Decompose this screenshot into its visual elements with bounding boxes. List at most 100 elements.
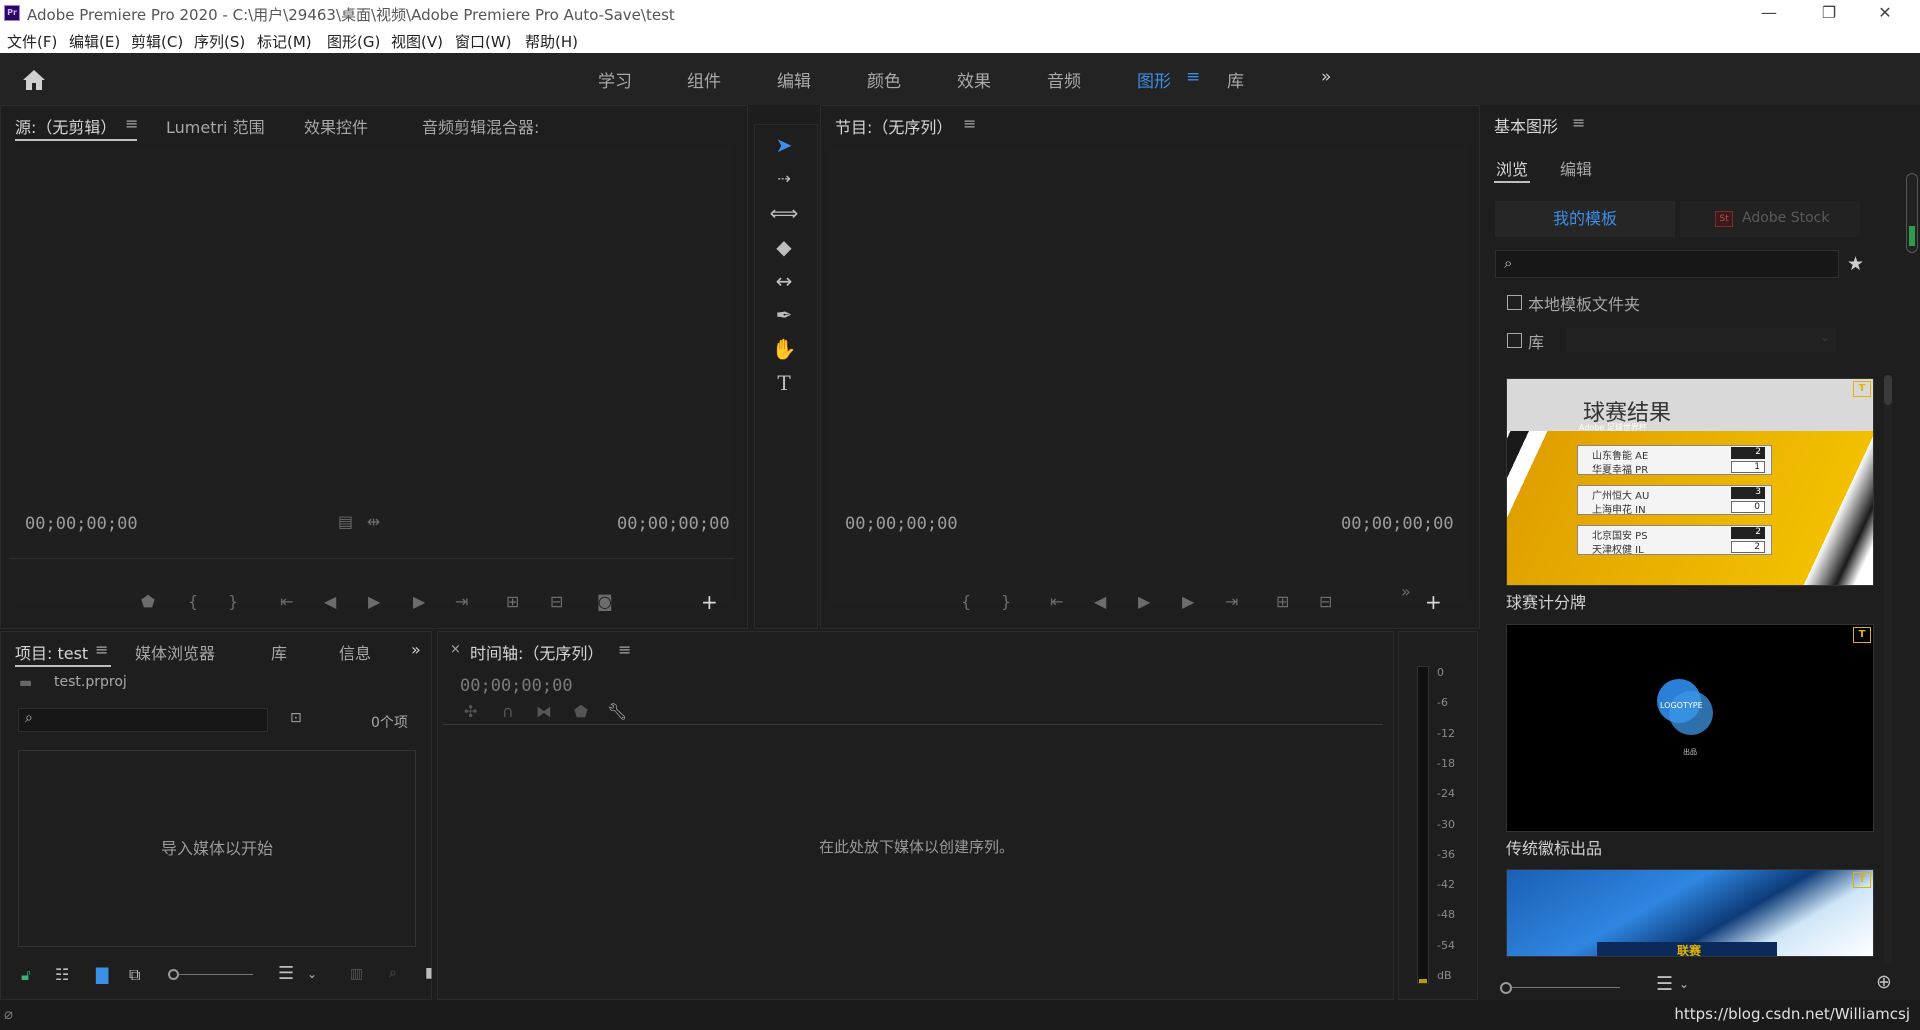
workspace-more-button[interactable]: » — [1321, 67, 1331, 87]
program-more-button[interactable]: » — [1401, 582, 1411, 601]
slip-tool-icon[interactable]: ↔ — [769, 267, 799, 295]
source-add-button[interactable]: + — [701, 590, 718, 614]
program-menu-icon[interactable]: ≡ — [963, 114, 976, 133]
list-view-icon[interactable]: ☷ — [55, 965, 69, 984]
new-layer-icon[interactable]: ⊕ — [1876, 971, 1892, 993]
timeline-menu-icon[interactable]: ≡ — [618, 640, 631, 659]
source-menu-icon[interactable]: ≡ — [125, 114, 138, 133]
find-icon[interactable]: ⌕ — [389, 965, 397, 981]
lock-icon[interactable]: 🔓︎ — [21, 966, 31, 984]
project-more-button[interactable]: » — [411, 640, 421, 659]
my-templates-tab[interactable]: 我的模板 — [1495, 201, 1675, 237]
restore-button[interactable]: ❐ — [1806, 0, 1852, 28]
type-tool-icon[interactable]: T — [769, 369, 799, 397]
project-search-input[interactable]: ⌕ — [18, 708, 268, 732]
menu-help[interactable]: 帮助(H) — [525, 31, 578, 52]
source-timecode-playhead[interactable]: 00;00;00;00 — [25, 514, 138, 534]
drag-video-icon[interactable]: ▤ — [338, 512, 353, 531]
lift-icon[interactable]: ⊞ — [1276, 592, 1289, 611]
insert-icon[interactable]: ⊞ — [506, 592, 519, 611]
prog-go-to-out-icon[interactable]: ⇥ — [1225, 592, 1238, 611]
template-thumbnail-league[interactable]: 联赛 T — [1506, 869, 1874, 957]
template-thumbnail-scoreboard[interactable]: 球赛结果 Adobe 足球世界杯 山东鲁能 AE 2 华夏幸福 PR 1 广州恒… — [1506, 378, 1874, 586]
render-status-icon[interactable]: ⌀ — [4, 1005, 13, 1023]
workspace-effects[interactable]: 效果 — [957, 67, 991, 92]
tab-project[interactable]: 项目: test — [15, 640, 88, 664]
ripple-edit-tool-icon[interactable]: ⟺ — [769, 199, 799, 227]
step-back-icon[interactable]: ◀ — [324, 592, 336, 611]
tab-libraries[interactable]: 库 — [271, 640, 287, 664]
chevron-down-icon[interactable]: ⌄ — [307, 967, 317, 981]
menu-window[interactable]: 窗口(W) — [455, 31, 512, 52]
program-add-button[interactable]: + — [1425, 590, 1442, 614]
workspace-menu-icon[interactable]: ≡ — [1186, 67, 1200, 87]
razor-tool-icon[interactable]: ◆ — [769, 233, 799, 261]
go-to-in-icon[interactable]: ⇤ — [280, 592, 293, 611]
workspace-color[interactable]: 颜色 — [867, 67, 901, 92]
templates-scrollbar[interactable] — [1884, 375, 1892, 965]
essential-graphics-title[interactable]: 基本图形 — [1494, 113, 1558, 137]
project-drop-zone[interactable]: 导入媒体以开始 — [18, 750, 416, 947]
template-search-input[interactable]: ⌕ — [1495, 250, 1839, 278]
tab-info[interactable]: 信息 — [339, 640, 371, 664]
export-frame-icon[interactable]: ◙ — [597, 592, 613, 611]
mark-out-icon[interactable]: } — [228, 592, 238, 611]
go-to-out-icon[interactable]: ⇥ — [455, 592, 468, 611]
menu-clip[interactable]: 剪辑(C) — [131, 31, 183, 52]
essential-menu-icon[interactable]: ≡ — [1572, 113, 1585, 132]
scrollbar-thumb[interactable] — [1884, 375, 1892, 405]
menu-graphics[interactable]: 图形(G) — [327, 31, 380, 52]
workspace-editing[interactable]: 编辑 — [777, 67, 811, 92]
home-icon[interactable] — [20, 67, 48, 93]
new-bin-icon[interactable]: ⊡ — [290, 710, 302, 726]
sort-menu-icon[interactable]: ☰ — [1656, 973, 1673, 995]
workspace-graphics[interactable]: 图形 — [1137, 67, 1171, 92]
close-icon[interactable]: × — [450, 642, 461, 657]
freeform-view-icon[interactable]: ⧉ — [129, 965, 140, 985]
tab-timeline[interactable]: 时间轴:（无序列） — [470, 640, 603, 664]
icon-view-icon[interactable]: ▇ — [96, 965, 108, 984]
tab-program[interactable]: 节目:（无序列） — [835, 114, 952, 138]
prog-step-back-icon[interactable]: ◀ — [1094, 592, 1106, 611]
local-folder-checkbox[interactable] — [1507, 295, 1522, 310]
selection-tool-icon[interactable]: ➤ — [769, 131, 799, 159]
thumbnail-size-slider[interactable] — [1512, 987, 1620, 988]
menu-file[interactable]: 文件(F) — [7, 31, 57, 52]
project-zoom-slider[interactable] — [179, 974, 253, 975]
tab-edit[interactable]: 编辑 — [1560, 156, 1592, 180]
library-dropdown[interactable]: ⌄ — [1566, 328, 1836, 352]
tab-media-browser[interactable]: 媒体浏览器 — [135, 640, 215, 664]
chevron-down-icon[interactable]: ⌄ — [1679, 977, 1689, 991]
linked-selection-icon[interactable]: ⧓ — [536, 702, 552, 721]
mark-in-icon[interactable]: { — [188, 592, 198, 611]
sort-icon[interactable]: ☰ — [278, 963, 294, 984]
step-forward-icon[interactable]: ▶ — [413, 592, 425, 611]
hand-tool-icon[interactable]: ✋ — [769, 335, 799, 363]
add-marker-icon[interactable]: ⬟ — [574, 702, 588, 721]
adobe-stock-tab[interactable]: St Adobe Stock — [1680, 201, 1860, 237]
tab-source[interactable]: 源:（无剪辑） — [15, 114, 116, 138]
minimize-button[interactable]: — — [1746, 0, 1792, 28]
library-checkbox[interactable] — [1507, 333, 1522, 348]
drag-audio-icon[interactable]: ⇹ — [367, 512, 380, 531]
play-icon[interactable]: ▶ — [368, 592, 380, 611]
extract-icon[interactable]: ⊟ — [1319, 592, 1332, 611]
timeline-timecode[interactable]: 00;00;00;00 — [460, 676, 573, 696]
menu-edit[interactable]: 编辑(E) — [69, 31, 120, 52]
window-scrollbar[interactable] — [1906, 173, 1918, 253]
template-thumbnail-logo[interactable]: LOGOTYPE 出品 T — [1506, 624, 1874, 832]
close-button[interactable]: ✕ — [1862, 0, 1908, 28]
menu-marker[interactable]: 标记(M) — [257, 31, 312, 52]
pen-tool-icon[interactable]: ✒ — [769, 301, 799, 329]
workspace-libraries[interactable]: 库 — [1227, 67, 1244, 92]
tab-audio-clip-mixer[interactable]: 音频剪辑混合器: — [422, 114, 539, 138]
add-marker-icon[interactable]: ⬟ — [141, 592, 155, 611]
menu-sequence[interactable]: 序列(S) — [194, 31, 245, 52]
menu-view[interactable]: 视图(V) — [391, 31, 443, 52]
nest-sequence-icon[interactable]: ✣ — [464, 702, 477, 721]
new-item-icon[interactable]: ▮ — [425, 965, 433, 981]
prog-step-forward-icon[interactable]: ▶ — [1182, 592, 1194, 611]
workspace-audio[interactable]: 音频 — [1047, 67, 1081, 92]
program-timecode-playhead[interactable]: 00;00;00;00 — [845, 514, 958, 534]
tab-effect-controls[interactable]: 效果控件 — [304, 114, 368, 138]
